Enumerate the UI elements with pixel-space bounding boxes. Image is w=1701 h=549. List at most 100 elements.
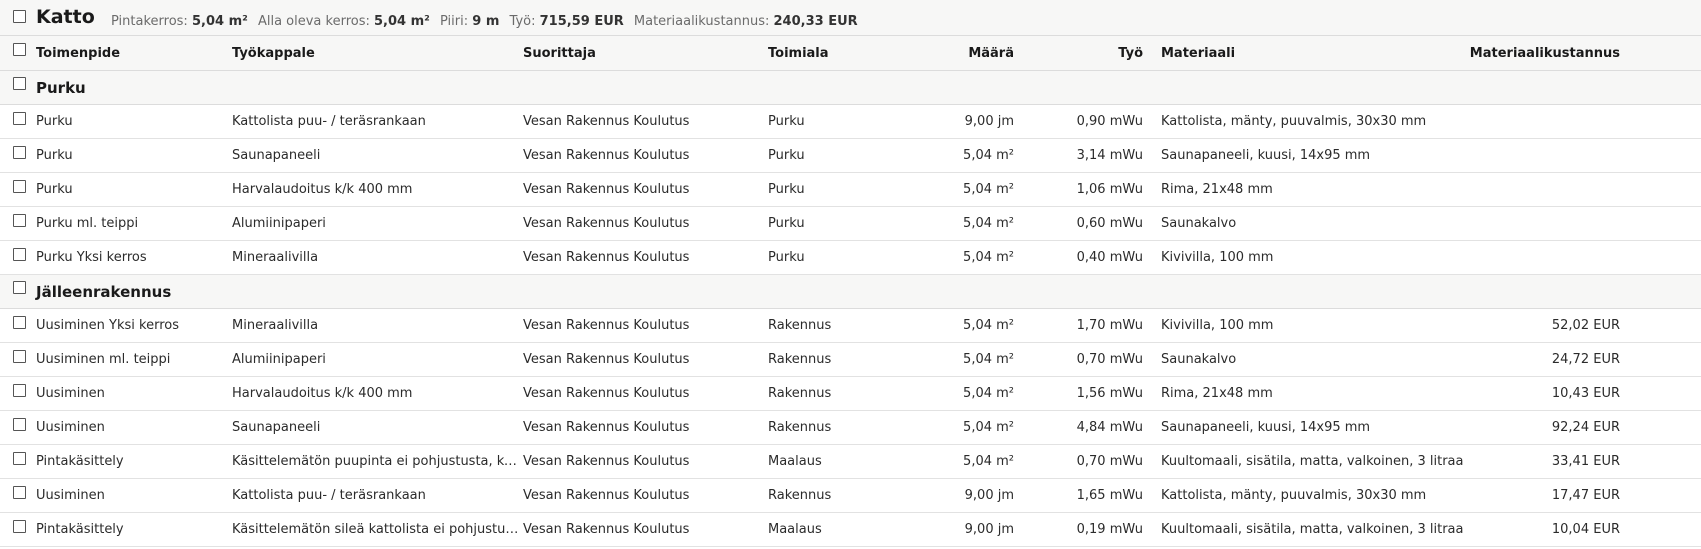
cell-executor: Vesan Rakennus Koulutus xyxy=(523,182,690,197)
column-trade[interactable]: Toimiala xyxy=(768,46,829,61)
table-row[interactable]: Uusiminen Saunapaneeli Vesan Rakennus Ko… xyxy=(0,411,1701,445)
row-checkbox[interactable] xyxy=(13,112,26,125)
cell-work: 0,70 mWu xyxy=(1076,454,1143,469)
summary-surface: Pintakerros: 5,04 m² xyxy=(111,14,248,29)
cell-executor: Vesan Rakennus Koulutus xyxy=(523,318,690,333)
cell-quantity: 5,04 m² xyxy=(963,352,1014,367)
group-title: Jälleenrakennus xyxy=(36,283,172,301)
cell-executor: Vesan Rakennus Koulutus xyxy=(523,216,690,231)
cell-operation: Pintakäsittely xyxy=(36,454,124,469)
section-checkbox[interactable] xyxy=(13,10,26,23)
group-header-reconstruction: Jälleenrakennus xyxy=(0,275,1701,309)
table-row[interactable]: Uusiminen Yksi kerros Mineraalivilla Ves… xyxy=(0,309,1701,343)
summary-material-cost: Materiaalikustannus: 240,33 EUR xyxy=(633,14,858,29)
row-checkbox[interactable] xyxy=(13,214,26,227)
cell-operation: Purku xyxy=(36,182,73,197)
cell-quantity: 9,00 jm xyxy=(964,488,1014,503)
cell-quantity: 5,04 m² xyxy=(963,420,1014,435)
cell-operation: Purku xyxy=(36,114,73,129)
cell-quantity: 9,00 jm xyxy=(964,522,1014,537)
cell-workpiece: Käsittelemätön puupinta ei pohjustusta, … xyxy=(232,454,520,469)
cell-material-cost: 92,24 EUR xyxy=(1551,420,1620,435)
cell-operation: Pintakäsittely xyxy=(36,522,124,537)
cell-workpiece: Alumiinipaperi xyxy=(232,352,326,367)
cell-workpiece: Saunapaneeli xyxy=(232,420,321,435)
cell-executor: Vesan Rakennus Koulutus xyxy=(523,386,690,401)
cell-work: 0,60 mWu xyxy=(1076,216,1143,231)
table-row[interactable]: Purku ml. teippi Alumiinipaperi Vesan Ra… xyxy=(0,207,1701,241)
cell-operation: Uusiminen ml. teippi xyxy=(36,352,171,367)
cell-quantity: 5,04 m² xyxy=(963,148,1014,163)
cell-workpiece: Harvalaudoitus k/k 400 mm xyxy=(232,182,413,197)
column-material[interactable]: Materiaali xyxy=(1161,46,1235,61)
column-executor[interactable]: Suorittaja xyxy=(523,46,596,61)
cell-quantity: 5,04 m² xyxy=(963,250,1014,265)
cell-work: 1,70 mWu xyxy=(1076,318,1143,333)
section-header: Katto Pintakerros: 5,04 m² Alla oleva ke… xyxy=(0,0,1701,36)
row-checkbox[interactable] xyxy=(13,316,26,329)
cell-work: 0,90 mWu xyxy=(1076,114,1143,129)
table-row[interactable]: Purku Saunapaneeli Vesan Rakennus Koulut… xyxy=(0,139,1701,173)
column-operation[interactable]: Toimenpide xyxy=(36,46,120,61)
row-checkbox[interactable] xyxy=(13,248,26,261)
group-title: Purku xyxy=(36,79,86,97)
row-checkbox[interactable] xyxy=(13,146,26,159)
cell-work: 4,84 mWu xyxy=(1076,420,1143,435)
cell-work: 1,06 mWu xyxy=(1076,182,1143,197)
row-checkbox[interactable] xyxy=(13,418,26,431)
cell-material-cost: 24,72 EUR xyxy=(1551,352,1620,367)
row-checkbox[interactable] xyxy=(13,486,26,499)
cell-material: Kivivilla, 100 mm xyxy=(1161,250,1274,265)
table-row[interactable]: Pintakäsittely Käsittelemätön puupinta e… xyxy=(0,445,1701,479)
group-checkbox[interactable] xyxy=(13,77,26,90)
cell-material: Saunapaneeli, kuusi, 14x95 mm xyxy=(1161,148,1371,163)
cell-operation: Purku Yksi kerros xyxy=(36,250,147,265)
table-row[interactable]: Pintakäsittely Käsittelemätön sileä katt… xyxy=(0,513,1701,547)
cell-workpiece: Saunapaneeli xyxy=(232,148,321,163)
column-work[interactable]: Työ xyxy=(1020,46,1143,61)
cell-workpiece: Käsittelemätön sileä kattolista ei pohju… xyxy=(232,522,520,537)
cell-workpiece: Harvalaudoitus k/k 400 mm xyxy=(232,386,413,401)
cell-workpiece: Alumiinipaperi xyxy=(232,216,326,231)
cell-executor: Vesan Rakennus Koulutus xyxy=(523,488,690,503)
cell-material-cost: 10,04 EUR xyxy=(1551,522,1620,537)
cell-executor: Vesan Rakennus Koulutus xyxy=(523,420,690,435)
cell-executor: Vesan Rakennus Koulutus xyxy=(523,148,690,163)
section-title: Katto xyxy=(36,6,95,28)
row-checkbox[interactable] xyxy=(13,384,26,397)
cell-quantity: 5,04 m² xyxy=(963,386,1014,401)
cell-material: Rima, 21x48 mm xyxy=(1161,182,1273,197)
table-header: Toimenpide Työkappale Suorittaja Toimial… xyxy=(0,36,1701,71)
cell-workpiece: Mineraalivilla xyxy=(232,250,319,265)
column-workpiece[interactable]: Työkappale xyxy=(232,46,315,61)
cell-executor: Vesan Rakennus Koulutus xyxy=(523,352,690,367)
row-checkbox[interactable] xyxy=(13,520,26,533)
cell-executor: Vesan Rakennus Koulutus xyxy=(523,250,690,265)
table-row[interactable]: Purku Harvalaudoitus k/k 400 mm Vesan Ra… xyxy=(0,173,1701,207)
section-summary: Pintakerros: 5,04 m² Alla oleva kerros: … xyxy=(111,14,864,29)
table-row[interactable]: Uusiminen Harvalaudoitus k/k 400 mm Vesa… xyxy=(0,377,1701,411)
cell-work: 0,19 mWu xyxy=(1076,522,1143,537)
cell-operation: Purku xyxy=(36,148,73,163)
column-quantity[interactable]: Määrä xyxy=(880,46,1014,61)
cell-work: 3,14 mWu xyxy=(1076,148,1143,163)
summary-underlayer: Alla oleva kerros: 5,04 m² xyxy=(257,14,430,29)
table-row[interactable]: Uusiminen Kattolista puu- / teräsrankaan… xyxy=(0,479,1701,513)
select-all-checkbox[interactable] xyxy=(13,43,26,56)
cell-executor: Vesan Rakennus Koulutus xyxy=(523,454,690,469)
group-checkbox[interactable] xyxy=(13,281,26,294)
cell-operation: Purku ml. teippi xyxy=(36,216,139,231)
row-checkbox[interactable] xyxy=(13,350,26,363)
summary-perimeter: Piiri: 9 m xyxy=(440,14,500,29)
row-checkbox[interactable] xyxy=(13,452,26,465)
table-row[interactable]: Uusiminen ml. teippi Alumiinipaperi Vesa… xyxy=(0,343,1701,377)
cell-quantity: 5,04 m² xyxy=(963,182,1014,197)
column-material-cost[interactable]: Materiaalikustannus xyxy=(1420,46,1620,61)
row-checkbox[interactable] xyxy=(13,180,26,193)
cell-workpiece: Kattolista puu- / teräsrankaan xyxy=(232,114,426,129)
cell-quantity: 5,04 m² xyxy=(963,216,1014,231)
cell-workpiece: Mineraalivilla xyxy=(232,318,319,333)
cell-operation: Uusiminen xyxy=(36,420,105,435)
table-row[interactable]: Purku Yksi kerros Mineraalivilla Vesan R… xyxy=(0,241,1701,275)
table-row[interactable]: Purku Kattolista puu- / teräsrankaan Ves… xyxy=(0,105,1701,139)
